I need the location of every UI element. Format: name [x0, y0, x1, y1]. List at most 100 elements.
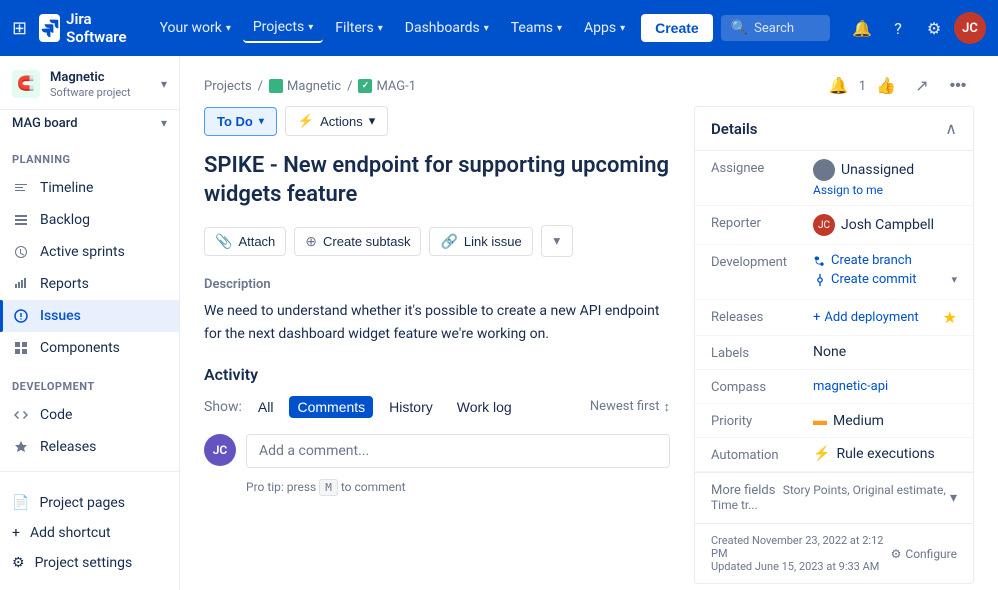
- filter-all-button[interactable]: All: [250, 396, 282, 418]
- add-deployment-link[interactable]: + Add deployment: [813, 310, 919, 325]
- filter-history-button[interactable]: History: [381, 396, 441, 418]
- issue-header-icons: 🔔 1 👍 ↗ •••: [823, 70, 974, 102]
- help-icon[interactable]: ?: [882, 12, 914, 44]
- sidebar-item-releases[interactable]: Releases: [0, 431, 179, 463]
- settings-icon[interactable]: ⚙: [918, 12, 950, 44]
- attach-icon: 📎: [215, 233, 232, 250]
- activity-filter-row: Show: All Comments History Work log Newe…: [204, 396, 670, 418]
- issue-toolbar: 📎 Attach ⊕ Create subtask 🔗 Link issue ▾: [204, 225, 670, 257]
- link-issue-button[interactable]: 🔗 Link issue: [429, 227, 532, 256]
- create-button[interactable]: Create: [641, 14, 713, 42]
- breadcrumb-projects[interactable]: Projects: [204, 79, 252, 94]
- planning-section-label: PLANNING: [0, 137, 179, 172]
- releases-value: + Add deployment ★: [813, 308, 957, 327]
- newest-first-button[interactable]: Newest first ↕: [590, 399, 670, 415]
- sidebar-item-reports[interactable]: Reports: [0, 268, 179, 300]
- watch-icon[interactable]: 🔔: [823, 70, 855, 102]
- show-label: Show:: [204, 399, 242, 415]
- sidebar-item-code[interactable]: Code: [0, 399, 179, 431]
- comment-input[interactable]: Add a comment...: [246, 434, 670, 468]
- sidebar-item-active-sprints[interactable]: Active sprints: [0, 236, 179, 268]
- mag-board-item[interactable]: MAG board ▾: [0, 110, 179, 137]
- automation-row: Automation ⚡ Rule executions: [695, 438, 973, 472]
- automation-value: ⚡ Rule executions: [813, 446, 957, 462]
- share-icon[interactable]: ↗: [906, 70, 938, 102]
- pro-tip: Pro tip: press M to comment: [246, 480, 670, 494]
- user-avatar[interactable]: JC: [954, 12, 986, 44]
- breadcrumb-magnetic[interactable]: Magnetic: [269, 79, 341, 94]
- details-header: Details ∧: [695, 107, 973, 151]
- status-button[interactable]: To Do ▾: [204, 107, 277, 136]
- filter-worklog-button[interactable]: Work log: [449, 396, 520, 418]
- collapse-icon[interactable]: ∧: [945, 119, 957, 138]
- settings-icon: ⚙: [12, 555, 25, 571]
- updated-date: Updated June 15, 2023 at 9:33 AM: [711, 560, 891, 573]
- issue-sidebar: Details ∧ Assignee Unassigned: [694, 106, 974, 584]
- priority-label: Priority: [711, 412, 801, 429]
- sidebar-item-backlog[interactable]: Backlog: [0, 204, 179, 236]
- reporter-row: Reporter JC Josh Campbell: [695, 206, 973, 245]
- releases-icon: [12, 438, 30, 456]
- chevron-down-icon: ▾: [620, 23, 625, 34]
- assignee-value: Unassigned Assign to me: [813, 159, 957, 197]
- your-work-nav[interactable]: Your work ▾: [150, 14, 241, 42]
- search-bar[interactable]: 🔍 Search: [721, 15, 830, 41]
- sidebar-item-label: Timeline: [40, 180, 93, 196]
- created-date: Created November 23, 2022 at 2:12 PM: [711, 534, 891, 560]
- thumbs-up-icon[interactable]: 👍: [870, 70, 902, 102]
- create-subtask-button[interactable]: ⊕ Create subtask: [294, 227, 421, 256]
- more-fields-row[interactable]: More fields Story Points, Original estim…: [695, 472, 973, 523]
- project-type: Software project: [50, 86, 131, 99]
- sidebar-bottom: 📄 Project pages + Add shortcut ⚙ Project…: [0, 480, 179, 586]
- sidebar-project[interactable]: 🧲 Magnetic Software project ▾: [0, 56, 179, 110]
- development-value: Create branch Create commit ▾: [813, 253, 957, 291]
- issues-icon: [12, 307, 30, 325]
- actions-button[interactable]: ⚡ Actions ▾: [285, 106, 388, 136]
- labels-label: Labels: [711, 344, 801, 361]
- more-options-icon[interactable]: •••: [942, 70, 974, 102]
- toolbar-more-button[interactable]: ▾: [541, 225, 573, 257]
- search-icon: 🔍: [731, 20, 748, 36]
- dashboards-nav[interactable]: Dashboards ▾: [395, 14, 499, 42]
- teams-nav[interactable]: Teams ▾: [501, 14, 572, 42]
- chevron-down-icon[interactable]: ▾: [951, 273, 957, 286]
- sidebar-item-project-settings[interactable]: ⚙ Project settings: [0, 548, 179, 578]
- filter-comments-button[interactable]: Comments: [289, 396, 373, 418]
- sidebar-item-label: Components: [40, 340, 120, 356]
- create-commit-link[interactable]: Create commit ▾: [813, 272, 957, 287]
- logo[interactable]: Jira Software: [39, 10, 133, 46]
- timeline-icon: [12, 179, 30, 197]
- issue-type-icon: ✓: [358, 79, 372, 93]
- configure-button[interactable]: ⚙ Configure: [891, 547, 957, 561]
- breadcrumb-issue-id: ✓ MAG-1: [358, 79, 416, 94]
- breadcrumb-separator: /: [258, 79, 263, 94]
- labels-row: Labels None: [695, 336, 973, 370]
- grid-icon[interactable]: ⊞: [12, 18, 27, 39]
- sidebar-item-issues[interactable]: Issues: [0, 300, 179, 332]
- filters-nav[interactable]: Filters ▾: [325, 14, 393, 42]
- labels-value: None: [813, 344, 957, 360]
- issue-main: To Do ▾ ⚡ Actions ▾ SPIKE - New endpoint…: [204, 106, 694, 494]
- sort-icon: ↕: [664, 399, 671, 415]
- compass-link[interactable]: magnetic-api: [813, 379, 888, 394]
- description-label: Description: [204, 277, 670, 292]
- sidebar-item-label: Code: [40, 407, 72, 423]
- code-icon: [12, 406, 30, 424]
- chevron-down-icon[interactable]: ▾: [950, 490, 957, 506]
- sidebar-item-project-pages[interactable]: 📄 Project pages: [0, 488, 179, 518]
- sidebar-item-components[interactable]: Components: [0, 332, 179, 364]
- sidebar-item-timeline[interactable]: Timeline: [0, 172, 179, 204]
- issue-description: We need to understand whether it's possi…: [204, 300, 670, 345]
- logo-icon: [39, 14, 60, 42]
- assign-me-link[interactable]: Assign to me: [813, 183, 957, 197]
- sidebar-item-add-shortcut[interactable]: + Add shortcut: [0, 518, 179, 548]
- reports-icon: [12, 275, 30, 293]
- chevron-down-icon: ▾: [226, 23, 231, 34]
- sidebar-item-label: Reports: [40, 276, 89, 292]
- create-branch-link[interactable]: Create branch: [813, 253, 957, 268]
- projects-nav[interactable]: Projects ▾: [243, 13, 323, 43]
- notifications-icon[interactable]: 🔔: [846, 12, 878, 44]
- pages-icon: 📄: [12, 495, 29, 511]
- attach-button[interactable]: 📎 Attach: [204, 227, 286, 256]
- apps-nav[interactable]: Apps ▾: [574, 14, 635, 42]
